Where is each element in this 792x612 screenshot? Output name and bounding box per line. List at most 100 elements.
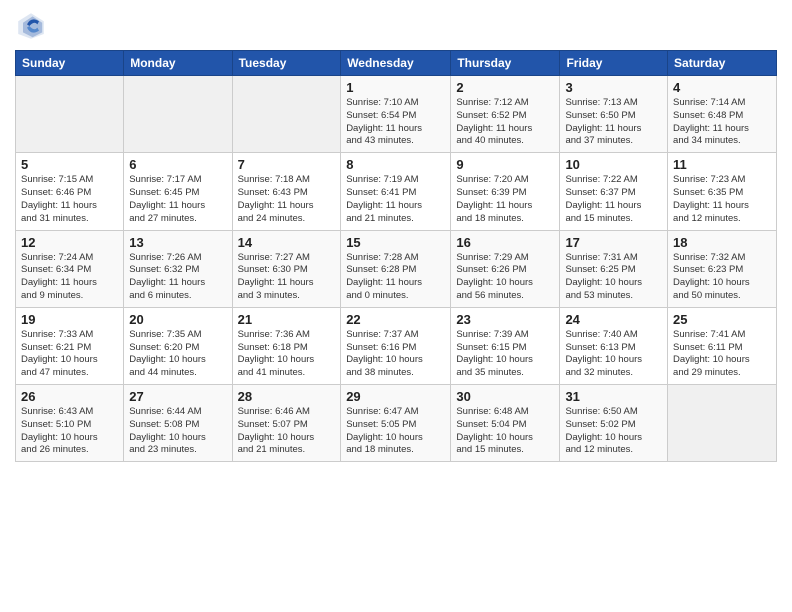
- day-info: Sunrise: 6:47 AM Sunset: 5:05 PM Dayligh…: [346, 406, 445, 457]
- weekday-header-friday: Friday: [560, 51, 668, 76]
- day-number: 22: [346, 312, 445, 327]
- day-number: 23: [456, 312, 554, 327]
- calendar-cell: 13 Sunrise: 7:26 AM Sunset: 6:32 PM Dayli…: [124, 230, 232, 307]
- calendar-cell: 31Sunrise: 6:50 AM Sunset: 5:02 PM Dayli…: [560, 385, 668, 462]
- day-number: 26: [21, 389, 118, 404]
- day-info: Sunrise: 7:13 AM Sunset: 6:50 PM Dayligh…: [565, 97, 662, 148]
- day-number: 8: [346, 157, 445, 172]
- day-info: Sunrise: 7:15 AM Sunset: 6:46 PM Dayligh…: [21, 174, 118, 225]
- calendar-cell: 28 Sunrise: 6:46 AM Sunset: 5:07 PM Dayli…: [232, 385, 341, 462]
- day-info: Sunrise: 7:32 AM Sunset: 6:23 PM Dayligh…: [673, 252, 771, 303]
- day-info: Sunrise: 6:48 AM Sunset: 5:04 PM Dayligh…: [456, 406, 554, 457]
- day-info: Sunrise: 7:29 AM Sunset: 6:26 PM Dayligh…: [456, 252, 554, 303]
- calendar-cell: 29 Sunrise: 6:47 AM Sunset: 5:05 PM Dayli…: [341, 385, 451, 462]
- day-info: Sunrise: 6:46 AM Sunset: 5:07 PM Dayligh…: [238, 406, 336, 457]
- day-number: 31: [565, 389, 662, 404]
- day-number: 3: [565, 80, 662, 95]
- calendar-cell: [232, 76, 341, 153]
- calendar-cell: 20 Sunrise: 7:35 AM Sunset: 6:20 PM Dayli…: [124, 307, 232, 384]
- day-number: 20: [129, 312, 226, 327]
- day-info: Sunrise: 7:36 AM Sunset: 6:18 PM Dayligh…: [238, 329, 336, 380]
- calendar-cell: 27 Sunrise: 6:44 AM Sunset: 5:08 PM Dayli…: [124, 385, 232, 462]
- day-info: Sunrise: 7:19 AM Sunset: 6:41 PM Dayligh…: [346, 174, 445, 225]
- calendar-table: SundayMondayTuesdayWednesdayThursdayFrid…: [15, 50, 777, 462]
- calendar-cell: 5Sunrise: 7:15 AM Sunset: 6:46 PM Daylig…: [16, 153, 124, 230]
- day-number: 27: [129, 389, 226, 404]
- calendar-cell: 1 Sunrise: 7:10 AM Sunset: 6:54 PM Daylig…: [341, 76, 451, 153]
- calendar-cell: 10 Sunrise: 7:22 AM Sunset: 6:37 PM Dayli…: [560, 153, 668, 230]
- calendar-cell: 6 Sunrise: 7:17 AM Sunset: 6:45 PM Daylig…: [124, 153, 232, 230]
- calendar-week-row: 12 Sunrise: 7:24 AM Sunset: 6:34 PM Dayli…: [16, 230, 777, 307]
- day-number: 19: [21, 312, 118, 327]
- calendar-cell: 8 Sunrise: 7:19 AM Sunset: 6:41 PM Daylig…: [341, 153, 451, 230]
- day-info: Sunrise: 6:43 AM Sunset: 5:10 PM Dayligh…: [21, 406, 118, 457]
- day-info: Sunrise: 6:44 AM Sunset: 5:08 PM Dayligh…: [129, 406, 226, 457]
- day-number: 17: [565, 235, 662, 250]
- day-number: 12: [21, 235, 118, 250]
- calendar-cell: 2Sunrise: 7:12 AM Sunset: 6:52 PM Daylig…: [451, 76, 560, 153]
- calendar-cell: 30Sunrise: 6:48 AM Sunset: 5:04 PM Dayli…: [451, 385, 560, 462]
- weekday-header-thursday: Thursday: [451, 51, 560, 76]
- calendar-cell: 16Sunrise: 7:29 AM Sunset: 6:26 PM Dayli…: [451, 230, 560, 307]
- day-info: Sunrise: 7:40 AM Sunset: 6:13 PM Dayligh…: [565, 329, 662, 380]
- day-number: 9: [456, 157, 554, 172]
- day-number: 29: [346, 389, 445, 404]
- day-info: Sunrise: 7:24 AM Sunset: 6:34 PM Dayligh…: [21, 252, 118, 303]
- day-number: 6: [129, 157, 226, 172]
- day-info: Sunrise: 7:27 AM Sunset: 6:30 PM Dayligh…: [238, 252, 336, 303]
- calendar-cell: 14Sunrise: 7:27 AM Sunset: 6:30 PM Dayli…: [232, 230, 341, 307]
- calendar-cell: 17 Sunrise: 7:31 AM Sunset: 6:25 PM Dayli…: [560, 230, 668, 307]
- day-number: 25: [673, 312, 771, 327]
- calendar-cell: 3 Sunrise: 7:13 AM Sunset: 6:50 PM Daylig…: [560, 76, 668, 153]
- calendar-cell: 24 Sunrise: 7:40 AM Sunset: 6:13 PM Dayli…: [560, 307, 668, 384]
- page: SundayMondayTuesdayWednesdayThursdayFrid…: [0, 0, 792, 612]
- day-info: Sunrise: 7:17 AM Sunset: 6:45 PM Dayligh…: [129, 174, 226, 225]
- logo-icon: [15, 10, 47, 42]
- calendar-cell: 4 Sunrise: 7:14 AM Sunset: 6:48 PM Daylig…: [668, 76, 777, 153]
- calendar-cell: [668, 385, 777, 462]
- day-number: 21: [238, 312, 336, 327]
- weekday-header-saturday: Saturday: [668, 51, 777, 76]
- weekday-header-tuesday: Tuesday: [232, 51, 341, 76]
- day-info: Sunrise: 7:39 AM Sunset: 6:15 PM Dayligh…: [456, 329, 554, 380]
- header: [15, 10, 777, 42]
- calendar-week-row: 5Sunrise: 7:15 AM Sunset: 6:46 PM Daylig…: [16, 153, 777, 230]
- calendar-cell: 25 Sunrise: 7:41 AM Sunset: 6:11 PM Dayli…: [668, 307, 777, 384]
- calendar-cell: [124, 76, 232, 153]
- day-info: Sunrise: 7:41 AM Sunset: 6:11 PM Dayligh…: [673, 329, 771, 380]
- day-info: Sunrise: 7:35 AM Sunset: 6:20 PM Dayligh…: [129, 329, 226, 380]
- calendar-cell: [16, 76, 124, 153]
- day-info: Sunrise: 7:10 AM Sunset: 6:54 PM Dayligh…: [346, 97, 445, 148]
- calendar-cell: 23 Sunrise: 7:39 AM Sunset: 6:15 PM Dayli…: [451, 307, 560, 384]
- day-number: 7: [238, 157, 336, 172]
- day-info: Sunrise: 7:26 AM Sunset: 6:32 PM Dayligh…: [129, 252, 226, 303]
- day-info: Sunrise: 7:12 AM Sunset: 6:52 PM Dayligh…: [456, 97, 554, 148]
- day-number: 13: [129, 235, 226, 250]
- day-number: 10: [565, 157, 662, 172]
- day-info: Sunrise: 7:28 AM Sunset: 6:28 PM Dayligh…: [346, 252, 445, 303]
- calendar-cell: 21 Sunrise: 7:36 AM Sunset: 6:18 PM Dayli…: [232, 307, 341, 384]
- weekday-header-monday: Monday: [124, 51, 232, 76]
- day-info: Sunrise: 7:18 AM Sunset: 6:43 PM Dayligh…: [238, 174, 336, 225]
- day-number: 1: [346, 80, 445, 95]
- day-info: Sunrise: 7:37 AM Sunset: 6:16 PM Dayligh…: [346, 329, 445, 380]
- day-number: 28: [238, 389, 336, 404]
- calendar-week-row: 26 Sunrise: 6:43 AM Sunset: 5:10 PM Dayli…: [16, 385, 777, 462]
- day-info: Sunrise: 7:31 AM Sunset: 6:25 PM Dayligh…: [565, 252, 662, 303]
- calendar-cell: 7 Sunrise: 7:18 AM Sunset: 6:43 PM Daylig…: [232, 153, 341, 230]
- calendar-cell: 11Sunrise: 7:23 AM Sunset: 6:35 PM Dayli…: [668, 153, 777, 230]
- calendar-cell: 9 Sunrise: 7:20 AM Sunset: 6:39 PM Daylig…: [451, 153, 560, 230]
- day-info: Sunrise: 7:20 AM Sunset: 6:39 PM Dayligh…: [456, 174, 554, 225]
- day-info: Sunrise: 7:22 AM Sunset: 6:37 PM Dayligh…: [565, 174, 662, 225]
- calendar-cell: 19Sunrise: 7:33 AM Sunset: 6:21 PM Dayli…: [16, 307, 124, 384]
- day-number: 4: [673, 80, 771, 95]
- day-info: Sunrise: 7:14 AM Sunset: 6:48 PM Dayligh…: [673, 97, 771, 148]
- weekday-header-sunday: Sunday: [16, 51, 124, 76]
- calendar-cell: 18 Sunrise: 7:32 AM Sunset: 6:23 PM Dayli…: [668, 230, 777, 307]
- day-number: 24: [565, 312, 662, 327]
- weekday-header-wednesday: Wednesday: [341, 51, 451, 76]
- weekday-header-row: SundayMondayTuesdayWednesdayThursdayFrid…: [16, 51, 777, 76]
- day-number: 18: [673, 235, 771, 250]
- day-number: 11: [673, 157, 771, 172]
- calendar-cell: 26 Sunrise: 6:43 AM Sunset: 5:10 PM Dayli…: [16, 385, 124, 462]
